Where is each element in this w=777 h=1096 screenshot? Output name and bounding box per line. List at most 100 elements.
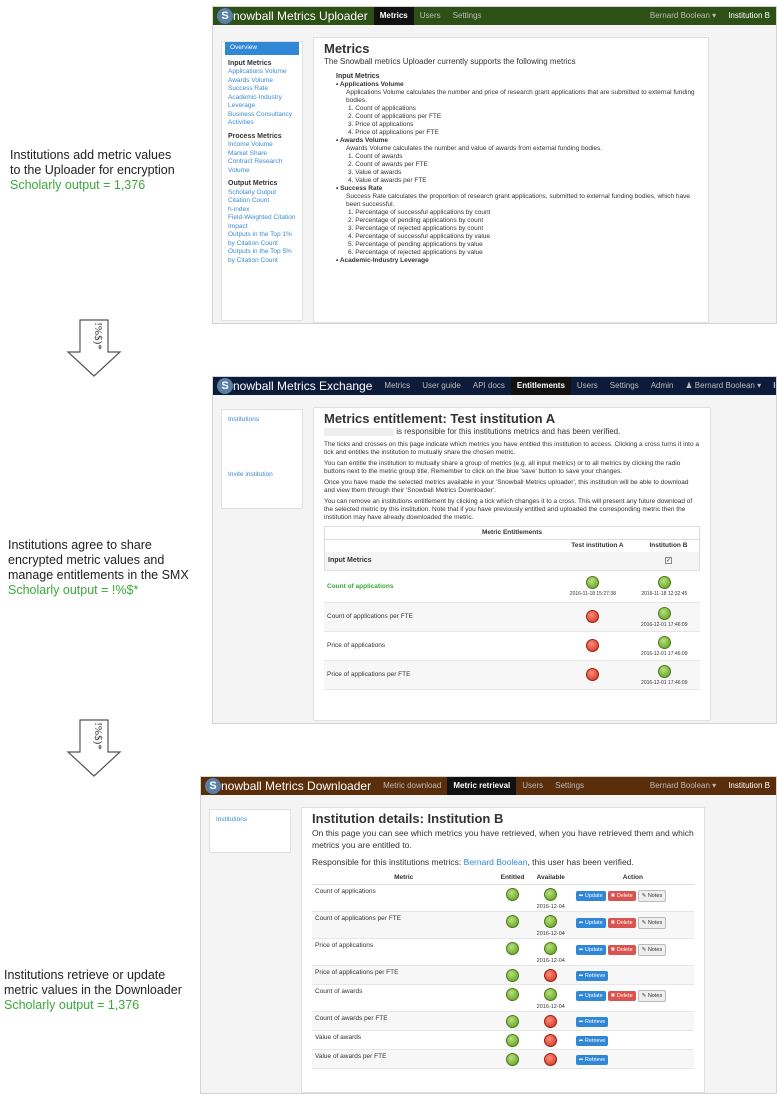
user-icon: ♟ xyxy=(685,381,693,390)
entitlement-cell-a[interactable] xyxy=(557,609,628,625)
entitlement-cell-b[interactable]: 2016-12-01 17:46:09 xyxy=(629,664,700,686)
table-row: Value of awards ➦ Retrieve xyxy=(312,1031,694,1050)
group-title: Input Metrics xyxy=(328,557,372,564)
entitlement-date: 2016-12-01 17:46:09 xyxy=(641,679,688,686)
entitlement-cell-b[interactable]: 2016-12-01 17:46:09 xyxy=(629,635,700,657)
nav-admin[interactable]: Admin xyxy=(645,377,680,395)
sidebar-item[interactable]: Field-Weighted Citation Impact xyxy=(228,214,296,231)
sidebar-heading: Process Metrics xyxy=(228,132,282,140)
sidebar-item-invite[interactable]: Invite institution xyxy=(228,471,296,480)
tick-icon xyxy=(657,576,671,589)
user-menu[interactable]: Bernard Boolean ▾ xyxy=(644,777,722,795)
user-menu[interactable]: ♟ Bernard Boolean ▾ xyxy=(679,377,767,395)
metric-description: Success Rate calculates the proportion o… xyxy=(346,193,690,208)
tick-icon xyxy=(544,915,558,928)
entitlement-cell-a[interactable] xyxy=(557,638,628,654)
column-header: Available xyxy=(536,874,565,881)
sidebar-item[interactable]: h-index xyxy=(228,206,296,215)
info-paragraph: You can remove an institutions entitleme… xyxy=(324,498,693,521)
notes-button[interactable]: ✎ Notes xyxy=(637,890,667,902)
nav-settings[interactable]: Settings xyxy=(549,777,590,795)
delete-button[interactable]: ✖ Delete xyxy=(607,891,636,901)
nav-settings[interactable]: Settings xyxy=(604,377,645,395)
tick-icon xyxy=(657,606,671,620)
sidebar-item[interactable]: Outputs in the Top 1% by Citation Count xyxy=(228,231,296,248)
metric-description: Applications Volume calculates the numbe… xyxy=(346,89,695,104)
delete-button[interactable]: ✖ Delete xyxy=(607,945,636,955)
exchange-navbar: Snowball Metrics Exchange Metrics User g… xyxy=(213,377,776,395)
caption-line: Institutions agree to share xyxy=(8,538,152,552)
tick-icon xyxy=(657,635,671,649)
flow-arrow-2: !%$)* xyxy=(64,718,124,778)
downloader-content: Institution details: Institution B On th… xyxy=(301,807,705,1093)
caption-line: Institutions add metric values xyxy=(10,148,172,162)
group-checkbox[interactable]: ✓ xyxy=(664,557,672,564)
nav-users[interactable]: Users xyxy=(516,777,549,795)
nav-metric-download[interactable]: Metric download xyxy=(377,777,447,795)
nav-metrics[interactable]: Metrics xyxy=(378,377,416,395)
sidebar-item[interactable]: Scholarly Output xyxy=(228,189,296,198)
sidebar-item-overview[interactable]: Overview xyxy=(225,42,299,55)
sidebar-item[interactable]: Applications Volume xyxy=(228,68,296,77)
nav-user-guide[interactable]: User guide xyxy=(416,377,467,395)
arrow-label: !%$)* xyxy=(92,722,104,750)
sidebar-heading: Input Metrics xyxy=(228,59,272,67)
sidebar-item[interactable]: Academic-Industry Leverage xyxy=(228,94,296,111)
delete-button[interactable]: ✖ Delete xyxy=(607,991,636,1001)
metric-description: Awards Volume calculates the number and … xyxy=(346,145,603,152)
sidebar-item[interactable]: Awards Volume xyxy=(228,77,296,86)
tick-icon xyxy=(586,576,600,589)
caption-line: metric values in the Downloader xyxy=(4,983,182,997)
nav-users[interactable]: Users xyxy=(571,377,604,395)
exchange-content: Metrics entitlement: Test institution A … xyxy=(313,407,711,721)
entitlement-cell-a[interactable] xyxy=(557,667,628,683)
nav-metric-retrieval[interactable]: Metric retrieval xyxy=(447,777,517,795)
retrieve-button[interactable]: ➦ Retrieve xyxy=(575,971,609,981)
nav-users[interactable]: Users xyxy=(414,7,447,25)
entitlement-cell-b[interactable]: 2016-11-18 12:32:45 xyxy=(629,576,700,597)
exchange-brand[interactable]: Snowball Metrics Exchange xyxy=(213,378,378,394)
snowball-logo-icon: S xyxy=(217,8,233,24)
sidebar-item-institutions[interactable]: Institutions xyxy=(228,416,296,425)
sidebar-item[interactable]: Market Share xyxy=(228,150,296,159)
available-cell xyxy=(530,1053,572,1069)
sidebar-item[interactable]: Business Consultancy Activities xyxy=(228,111,296,128)
metric-heading: • Awards Volume xyxy=(336,137,389,144)
sidebar-item-institutions[interactable]: Institutions xyxy=(216,816,284,825)
sidebar-item[interactable]: Contract Research Volume xyxy=(228,158,296,175)
metric-name: Price of applications xyxy=(315,942,374,949)
update-button[interactable]: ➦ Update xyxy=(575,891,606,901)
column-header: Entitled xyxy=(500,874,525,881)
action-cell: ➦ Update ✖ Delete ✎ Notes xyxy=(572,915,668,929)
entitlement-cell-b[interactable]: 2016-12-01 17:46:09 xyxy=(629,606,700,628)
nav-entitlements[interactable]: Entitlements xyxy=(510,377,571,395)
nav-settings[interactable]: Settings xyxy=(447,7,488,25)
retrieve-button[interactable]: ➦ Retrieve xyxy=(575,1017,609,1027)
retrieve-button[interactable]: ➦ Retrieve xyxy=(575,1036,609,1046)
nav-metrics[interactable]: Metrics xyxy=(373,7,414,25)
available-cell: 2016-12-04 xyxy=(530,942,572,965)
update-button[interactable]: ➦ Update xyxy=(575,945,606,955)
sidebar-item[interactable]: Success Rate xyxy=(228,85,296,94)
update-button[interactable]: ➦ Update xyxy=(575,918,606,928)
nav-api-docs[interactable]: API docs xyxy=(467,377,511,395)
update-button[interactable]: ➦ Update xyxy=(575,991,606,1001)
notes-button[interactable]: ✎ Notes xyxy=(637,944,667,956)
retrieve-button[interactable]: ➦ Retrieve xyxy=(575,1055,609,1065)
delete-button[interactable]: ✖ Delete xyxy=(607,918,636,928)
user-menu[interactable]: Bernard Boolean ▾ xyxy=(644,7,722,25)
caption-line: to the Uploader for encryption xyxy=(10,163,175,177)
table-row: Count of awards per FTE ➦ Retrieve xyxy=(312,1012,694,1031)
sidebar-item[interactable]: Income Volume xyxy=(228,141,296,150)
responsible-user-link[interactable]: Bernard Boolean xyxy=(464,857,528,867)
metric-name: Count of awards xyxy=(315,988,363,995)
uploader-brand[interactable]: Snowball Metrics Uploader xyxy=(213,8,374,24)
downloader-brand[interactable]: Snowball Metrics Downloader xyxy=(201,778,377,794)
sidebar-item[interactable]: Outputs in the Top 5% by Citation Count xyxy=(228,248,296,265)
sidebar-item[interactable]: Citation Count xyxy=(228,197,296,206)
notes-button[interactable]: ✎ Notes xyxy=(637,917,667,929)
caption-line: manage entitlements in the SMX xyxy=(8,568,189,582)
entitlement-cell-a[interactable]: 2016-11-18 15:27:38 xyxy=(557,576,628,597)
metric-name: Count of applications per FTE xyxy=(327,613,413,620)
notes-button[interactable]: ✎ Notes xyxy=(637,990,667,1002)
